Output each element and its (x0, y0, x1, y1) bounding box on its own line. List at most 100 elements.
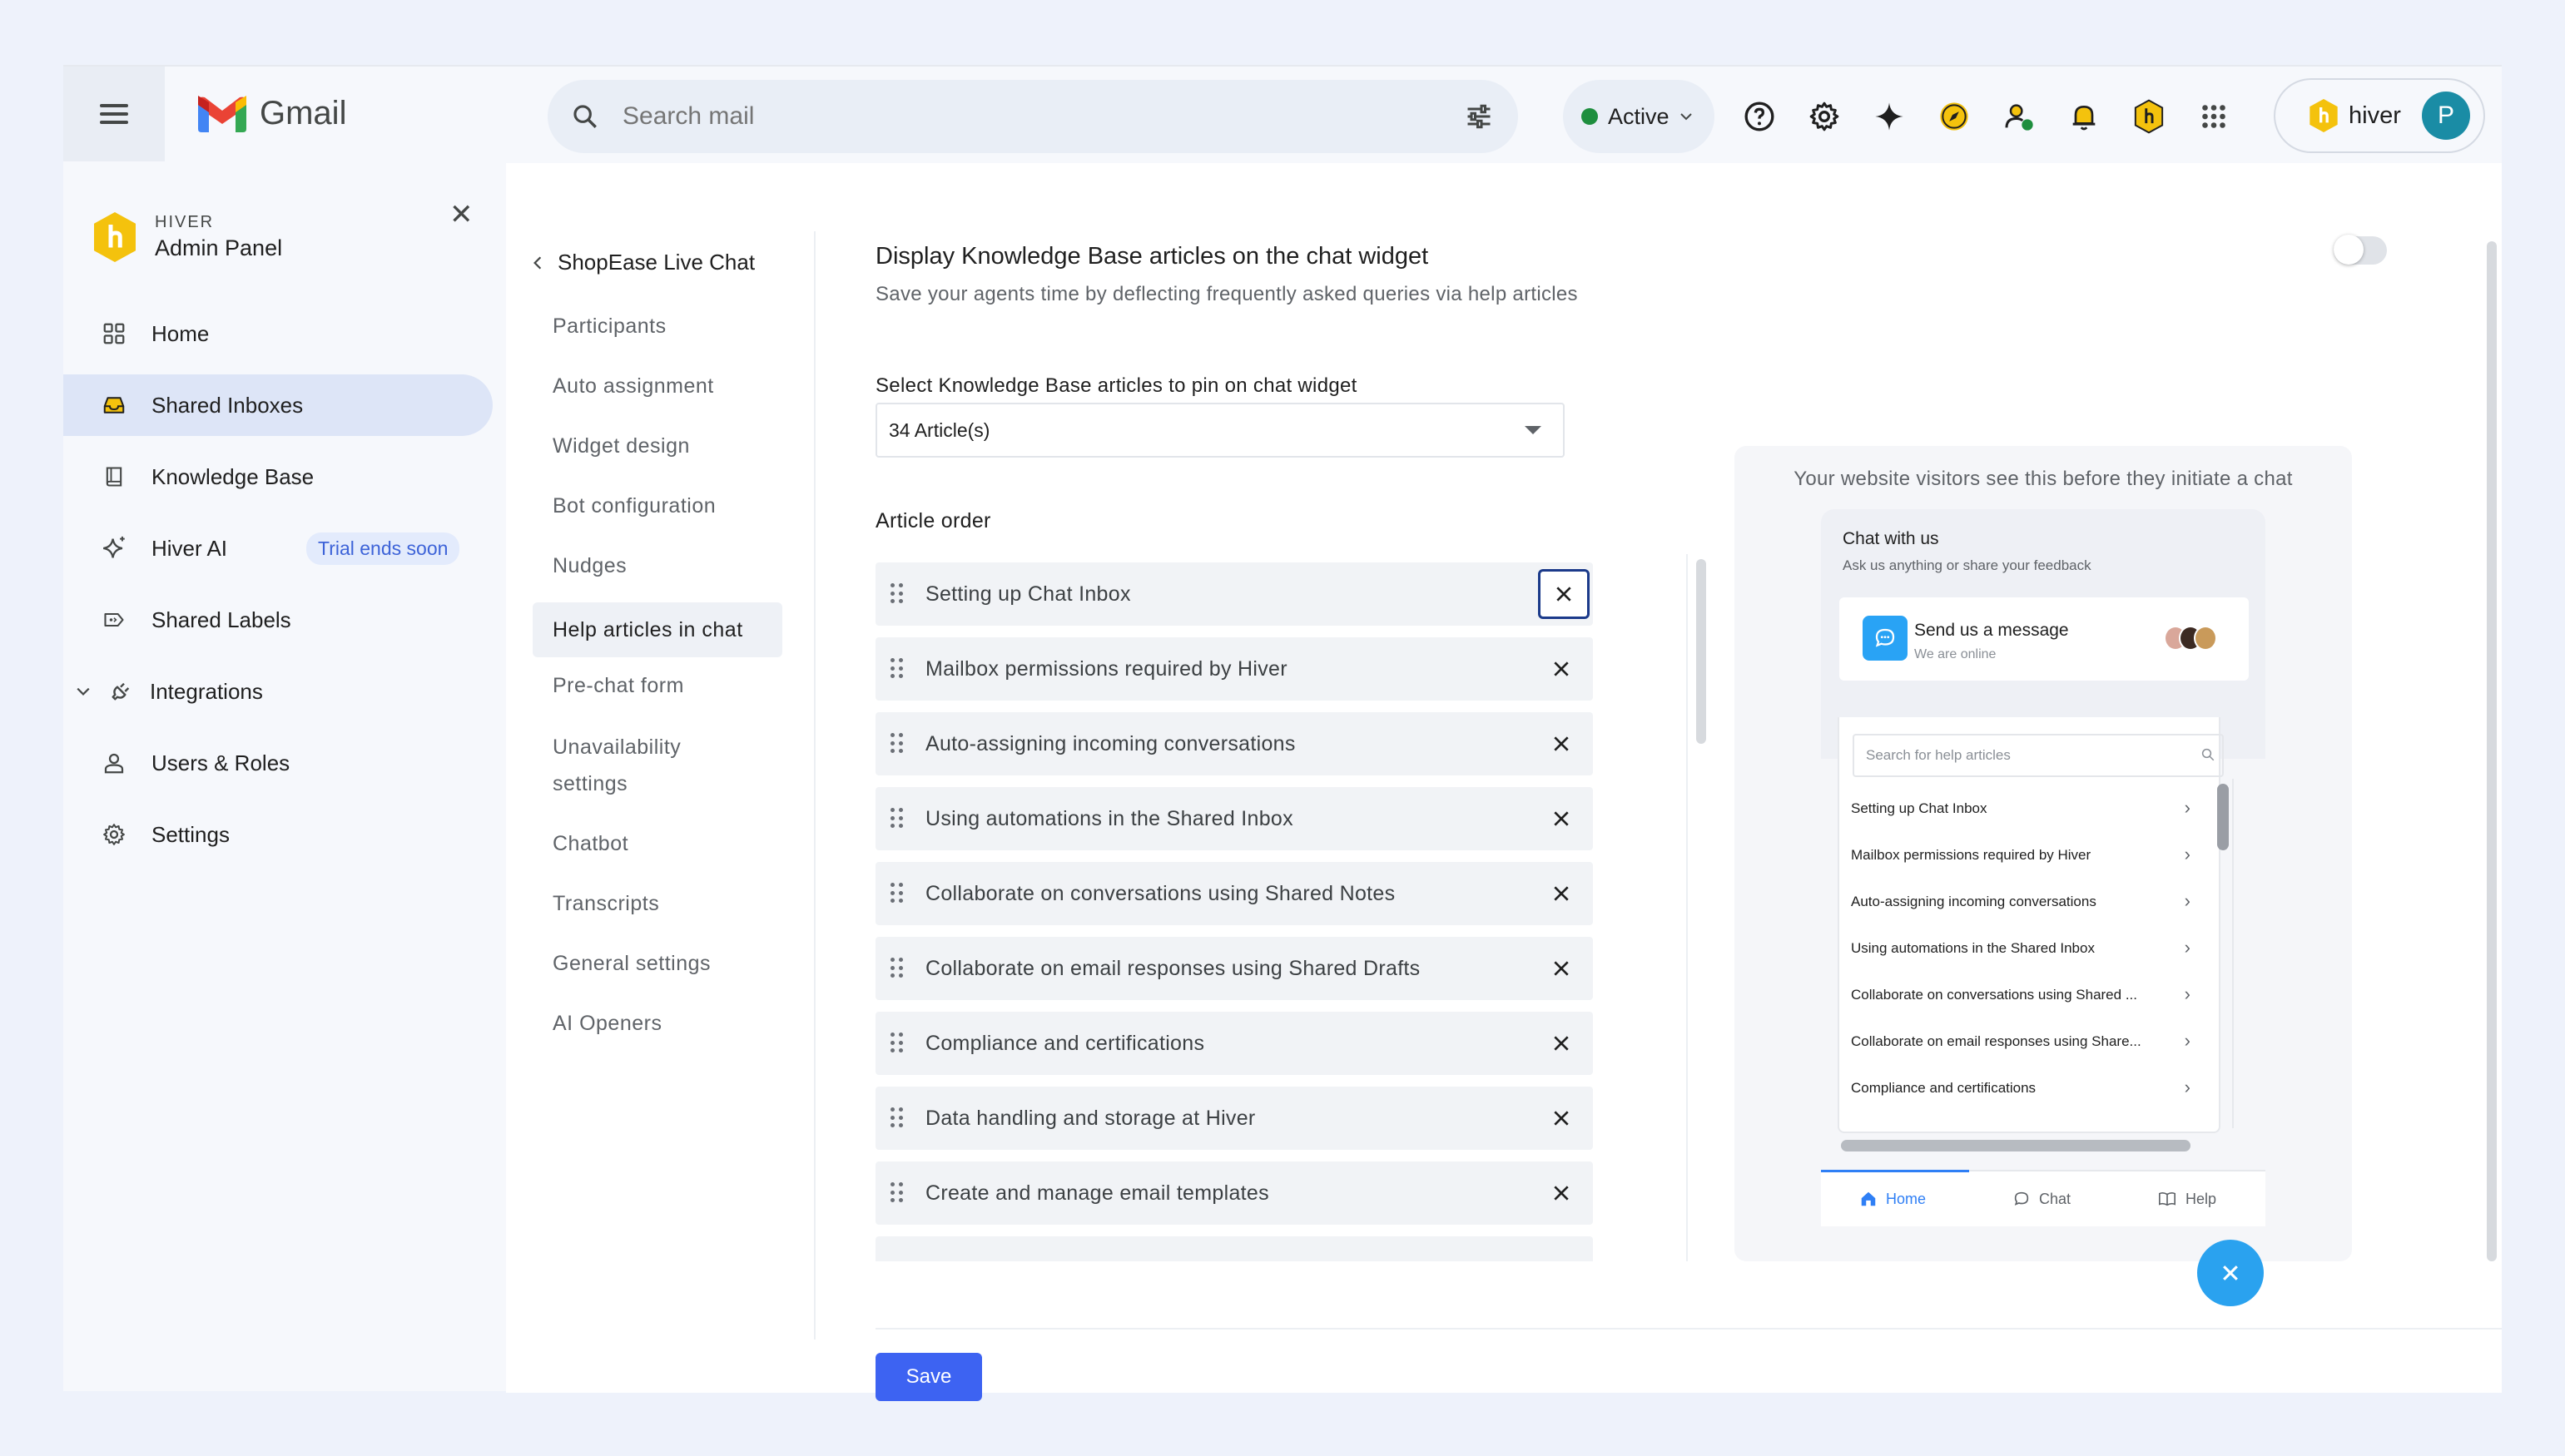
hiver-extension-icon[interactable] (2129, 97, 2169, 136)
search-bar[interactable] (548, 80, 1518, 153)
article-title: Create and manage email templates (925, 1181, 1269, 1205)
drag-handle-icon[interactable] (891, 883, 904, 904)
sidebar-item-shared-inboxes[interactable]: Shared Inboxes (63, 374, 493, 436)
status-dropdown[interactable]: Active (1563, 80, 1714, 153)
sidebar-item-home[interactable]: Home (63, 303, 493, 364)
list-item (876, 1236, 1593, 1261)
sidebar-item-settings[interactable]: Settings (63, 804, 493, 865)
page-scrollbar[interactable] (2485, 233, 2498, 1261)
remove-article-button[interactable] (1543, 875, 1580, 912)
drag-handle-icon[interactable] (891, 1033, 904, 1054)
list-item[interactable]: Auto-assigning incoming conversations (876, 712, 1593, 775)
back-link[interactable]: ShopEase Live Chat (533, 250, 755, 275)
sidebar-item-label: Users & Roles (151, 750, 290, 775)
sidebar-item-integrations[interactable]: Integrations (63, 661, 493, 722)
hamburger-icon (100, 104, 128, 124)
remove-article-button[interactable] (1543, 726, 1580, 762)
apps-grid-icon[interactable] (2194, 97, 2234, 136)
remove-article-button[interactable] (1543, 1175, 1580, 1211)
chevron-right-icon: › (2184, 797, 2190, 818)
close-icon (2223, 1265, 2238, 1280)
sidebar-item-shared-labels[interactable]: Shared Labels (63, 589, 493, 651)
remove-article-button[interactable] (1543, 651, 1580, 687)
drag-handle-icon[interactable] (891, 583, 904, 605)
subnav-item-general-settings[interactable]: General settings (533, 945, 782, 982)
list-item[interactable]: Setting up Chat Inbox (876, 562, 1593, 626)
subnav-item-unavailability-settings[interactable]: Unavailability settings (533, 729, 782, 802)
article-list-scrollbar[interactable] (1696, 559, 1706, 744)
list-item[interactable]: Collaborate on email responses using Sha… (876, 937, 1593, 1000)
chevron-down-icon[interactable] (75, 677, 92, 706)
drag-handle-icon[interactable] (891, 808, 904, 830)
gmail-logo[interactable]: Gmail (198, 95, 346, 132)
close-icon (1554, 886, 1569, 901)
remove-article-button[interactable] (1543, 800, 1580, 837)
status-dot (1581, 108, 1598, 125)
list-item[interactable]: Create and manage email templates (876, 1161, 1593, 1225)
search-icon[interactable] (571, 102, 599, 131)
search-options-icon[interactable] (1463, 102, 1495, 131)
trial-badge: Trial ends soon (306, 532, 460, 565)
display-articles-toggle[interactable] (2334, 235, 2387, 265)
articles-select[interactable]: 34 Article(s) (876, 403, 1565, 458)
chat-widget-mock: Chat with us Ask us anything or share yo… (1821, 509, 2265, 1226)
subnav-item-bot-configuration[interactable]: Bot configuration (533, 488, 782, 524)
inbox-icon (100, 391, 128, 419)
divider (814, 231, 816, 1340)
drag-handle-icon[interactable] (891, 733, 904, 755)
main-menu-button[interactable] (63, 67, 165, 161)
chevron-right-icon: › (2184, 937, 2190, 958)
list-item[interactable]: Mailbox permissions required by Hiver (876, 637, 1593, 701)
gemini-sparkle-icon[interactable] (1869, 97, 1909, 136)
subnav-item-pre-chat-form[interactable]: Pre-chat form (533, 667, 782, 704)
bell-icon[interactable] (2064, 97, 2104, 136)
list-item[interactable]: Collaborate on conversations using Share… (876, 862, 1593, 925)
drag-handle-icon[interactable] (891, 958, 904, 979)
widget-preview: Your website visitors see this before th… (1734, 446, 2352, 1261)
search-input[interactable] (623, 102, 1463, 131)
list-item: Compliance and certifications › (1851, 1065, 2200, 1112)
account-switcher[interactable]: hiver P (2274, 78, 2485, 153)
subnav-item-widget-design[interactable]: Widget design (533, 428, 782, 464)
widget-tab-help: Help (2157, 1190, 2216, 1208)
widget-scrollbar (2217, 784, 2229, 850)
list-item[interactable]: Using automations in the Shared Inbox (876, 787, 1593, 850)
subnav-item-auto-assignment[interactable]: Auto assignment (533, 368, 782, 404)
avatar (2194, 626, 2217, 651)
sidebar-item-users-roles[interactable]: Users & Roles (63, 732, 493, 794)
user-status-icon[interactable] (1999, 97, 2039, 136)
admin-sidebar: HIVER Admin Panel ✕ Home Shared Inboxes … (63, 163, 504, 1393)
close-icon[interactable]: ✕ (449, 198, 474, 231)
chevron-left-icon (533, 255, 542, 270)
subnav-label-line1: Unavailability (553, 735, 682, 759)
subnav-item-chatbot[interactable]: Chatbot (533, 825, 782, 862)
help-search-placeholder: Search for help articles (1866, 747, 2011, 763)
sidebar-item-hiver-ai[interactable]: Hiver AI Trial ends soon (63, 518, 493, 579)
drag-handle-icon[interactable] (891, 1107, 904, 1129)
article-title: Using automations in the Shared Inbox (925, 806, 1293, 830)
save-button[interactable]: Save (876, 1353, 982, 1401)
sidebar-item-label: Knowledge Base (151, 463, 315, 489)
subnav-item-participants[interactable]: Participants (533, 308, 782, 344)
avatar[interactable]: P (2422, 92, 2470, 140)
page-scrollbar-thumb[interactable] (2487, 241, 2497, 1261)
remove-article-button[interactable] (1543, 1100, 1580, 1137)
subnav-item-nudges[interactable]: Nudges (533, 547, 782, 584)
chevron-right-icon: › (2184, 1077, 2190, 1097)
compass-icon[interactable] (1934, 97, 1974, 136)
drag-handle-icon[interactable] (891, 658, 904, 680)
remove-article-button[interactable] (1538, 569, 1590, 619)
remove-article-button[interactable] (1543, 950, 1580, 987)
sidebar-item-knowledge-base[interactable]: Knowledge Base (63, 446, 493, 508)
help-icon[interactable] (1739, 97, 1779, 136)
list-item[interactable]: Data handling and storage at Hiver (876, 1087, 1593, 1150)
remove-article-button[interactable] (1543, 1025, 1580, 1062)
list-item[interactable]: Compliance and certifications (876, 1012, 1593, 1075)
subnav-item-help-articles[interactable]: Help articles in chat (533, 602, 782, 657)
settings-gear-icon[interactable] (1804, 97, 1844, 136)
send-message-card: Send us a message We are online (1839, 597, 2249, 681)
subnav-item-ai-openers[interactable]: AI Openers (533, 1005, 782, 1042)
drag-handle-icon[interactable] (891, 1182, 904, 1204)
scroll-track (1686, 554, 1688, 1261)
subnav-item-transcripts[interactable]: Transcripts (533, 885, 782, 922)
